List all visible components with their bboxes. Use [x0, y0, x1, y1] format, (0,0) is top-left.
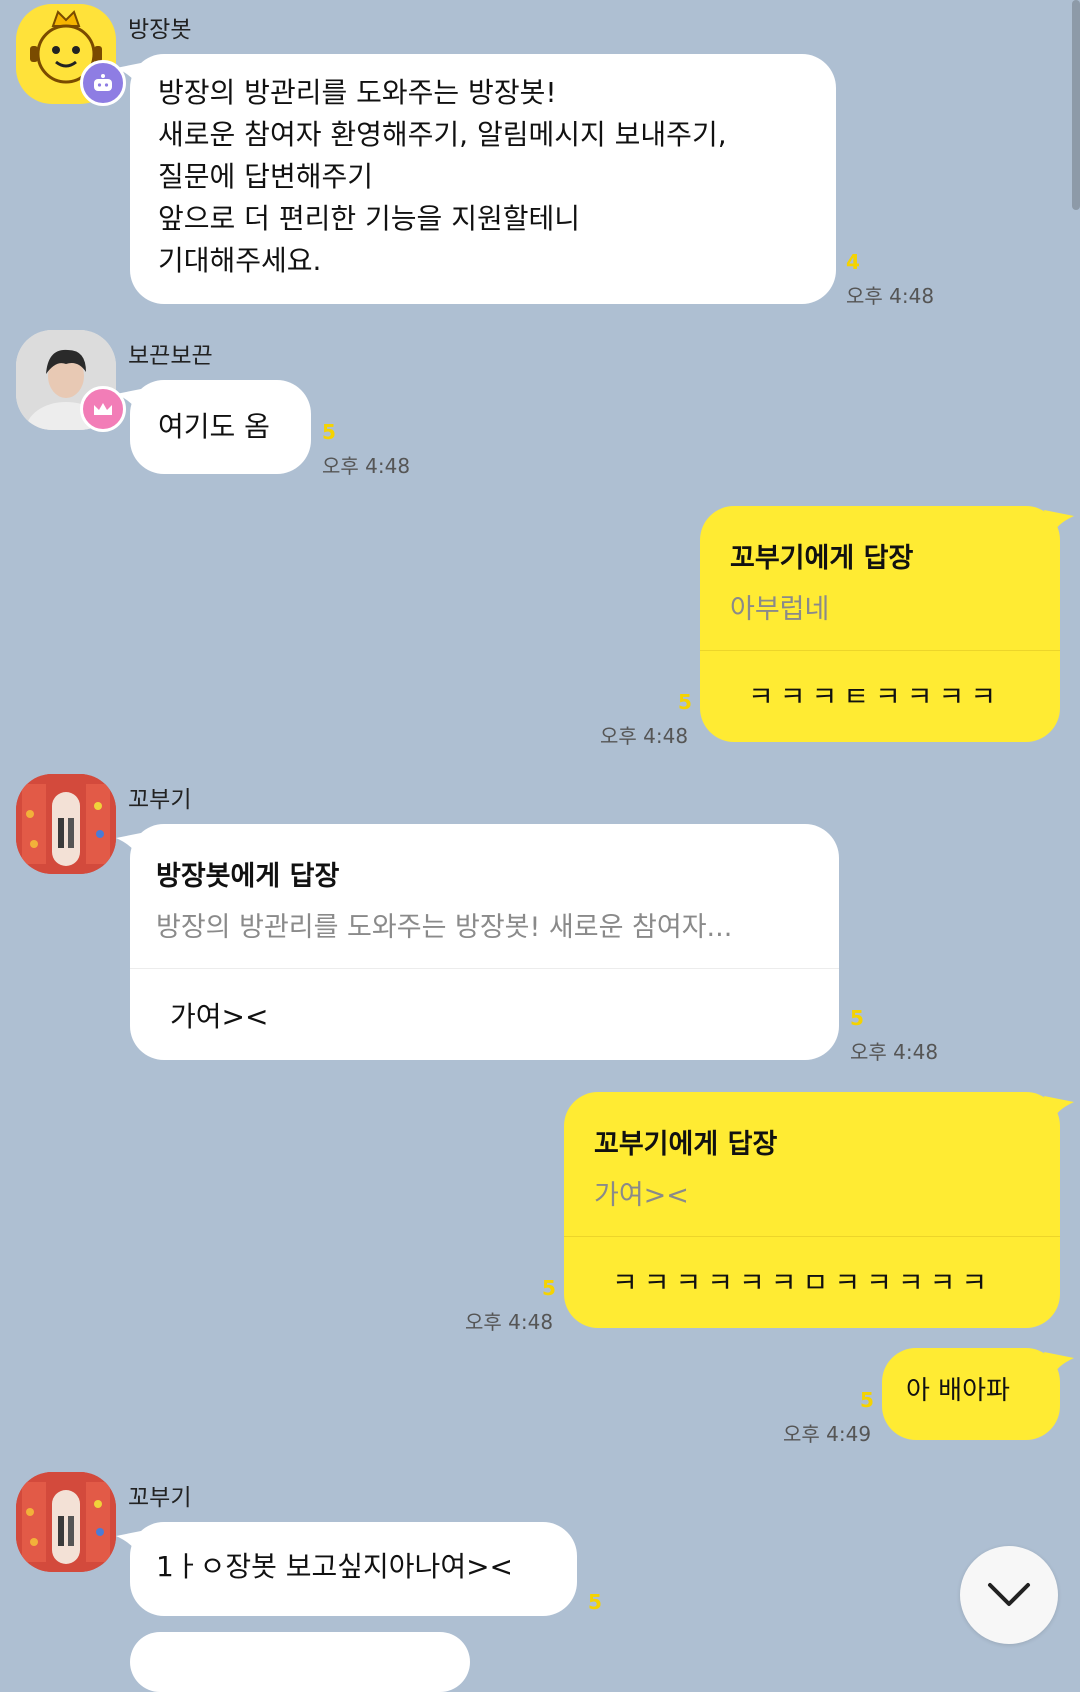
reply-title: 방장봇에게 답장	[156, 861, 340, 892]
unread-count: 4	[846, 250, 860, 274]
bubble-tail	[116, 388, 146, 414]
reply-quote[interactable]: 가여><	[594, 1173, 1030, 1212]
bot-avatar[interactable]	[16, 4, 126, 106]
reply-title: 꼬부기에게 답장	[594, 1129, 778, 1160]
reply-quote[interactable]: 아부럽네	[730, 587, 1030, 626]
kkobugi-avatar[interactable]	[16, 1472, 116, 1572]
reply-bubble[interactable]: 방장봇에게 답장 방장의 방관리를 도와주는 방장봇! 새로운 참여자... 가…	[116, 824, 839, 1060]
message-time: 오후 4:48	[465, 1310, 554, 1334]
profile-photo	[16, 1472, 116, 1572]
bubble-tail	[1044, 1352, 1074, 1378]
message-time: 오후 4:48	[846, 284, 935, 308]
message-bubble[interactable]: 아 배아파	[882, 1348, 1074, 1440]
reply-bubble[interactable]: 꼬부기에게 답장 아부럽네 ㅋㅋㅋㅌㅋㅋㅋㅋ	[700, 506, 1074, 742]
message-text: 방장의 방관리를 도와주는 방장봇! 새로운 참여자 환영해주기, 알림메시지 …	[158, 76, 727, 277]
reply-title: 꼬부기에게 답장	[730, 543, 914, 574]
message-time: 오후 4:49	[783, 1422, 872, 1446]
message-bubble[interactable]: 여기도 옴	[116, 380, 311, 474]
scrollbar[interactable]	[1072, 0, 1080, 210]
reply-bubble[interactable]: 꼬부기에게 답장 가여>< ㅋㅋㅋㅋㅋㅋㅁㅋㅋㅋㅋㅋ	[564, 1092, 1074, 1328]
unread-count: 5	[850, 1006, 864, 1030]
bubble-tail	[1044, 1096, 1074, 1122]
sender-name: 보끈보끈	[128, 343, 213, 369]
unread-count: 5	[322, 420, 336, 444]
message-bubble[interactable]: 1ㅏㅇ장봇 보고싶지아나여><	[116, 1522, 577, 1616]
unread-count: 5	[678, 690, 692, 714]
message-text: 가여><	[170, 1000, 269, 1033]
message-text: ㅋㅋㅋㅋㅋㅋㅁㅋㅋㅋㅋㅋ	[612, 1266, 994, 1299]
bubble-tail	[116, 1530, 146, 1556]
reply-divider	[130, 968, 839, 969]
chat-room[interactable]: 방장봇 방장의 방관리를 도와주는 방장봇! 새로운 참여자 환영해주기, 알림…	[0, 0, 1080, 1692]
message-time: 오후 4:48	[850, 1040, 939, 1064]
bokkeun-avatar[interactable]	[16, 330, 126, 432]
message-text: 1ㅏㅇ장봇 보고싶지아나여><	[156, 1550, 513, 1583]
reply-divider	[700, 650, 1060, 651]
unread-count: 5	[860, 1388, 874, 1412]
bubble-tail	[116, 62, 146, 88]
chevron-down-icon	[988, 1583, 1030, 1606]
unread-count: 5	[542, 1276, 556, 1300]
message-time: 오후 4:48	[322, 454, 411, 478]
reply-divider	[564, 1236, 1060, 1237]
message-text: 여기도 옴	[158, 410, 270, 443]
sender-name: 방장봇	[128, 17, 192, 43]
message-bubble[interactable]: 방장의 방관리를 도와주는 방장봇! 새로운 참여자 환영해주기, 알림메시지 …	[116, 54, 836, 304]
message-time: 오후 4:48	[600, 724, 689, 748]
unread-count: 5	[588, 1590, 602, 1614]
message-text: 아 배아파	[906, 1376, 1010, 1406]
bubble-tail	[116, 832, 146, 858]
bubble-tail	[1044, 510, 1074, 536]
profile-photo	[16, 774, 116, 874]
reply-quote[interactable]: 방장의 방관리를 도와주는 방장봇! 새로운 참여자...	[156, 905, 813, 944]
message-text: ㅋㅋㅋㅌㅋㅋㅋㅋ	[748, 680, 1003, 713]
sender-name: 꼬부기	[128, 1485, 192, 1511]
sender-name: 꼬부기	[128, 787, 192, 813]
scroll-to-bottom-button[interactable]	[960, 1546, 1058, 1644]
kkobugi-avatar[interactable]	[16, 774, 116, 874]
message-bubble[interactable]	[130, 1632, 470, 1692]
